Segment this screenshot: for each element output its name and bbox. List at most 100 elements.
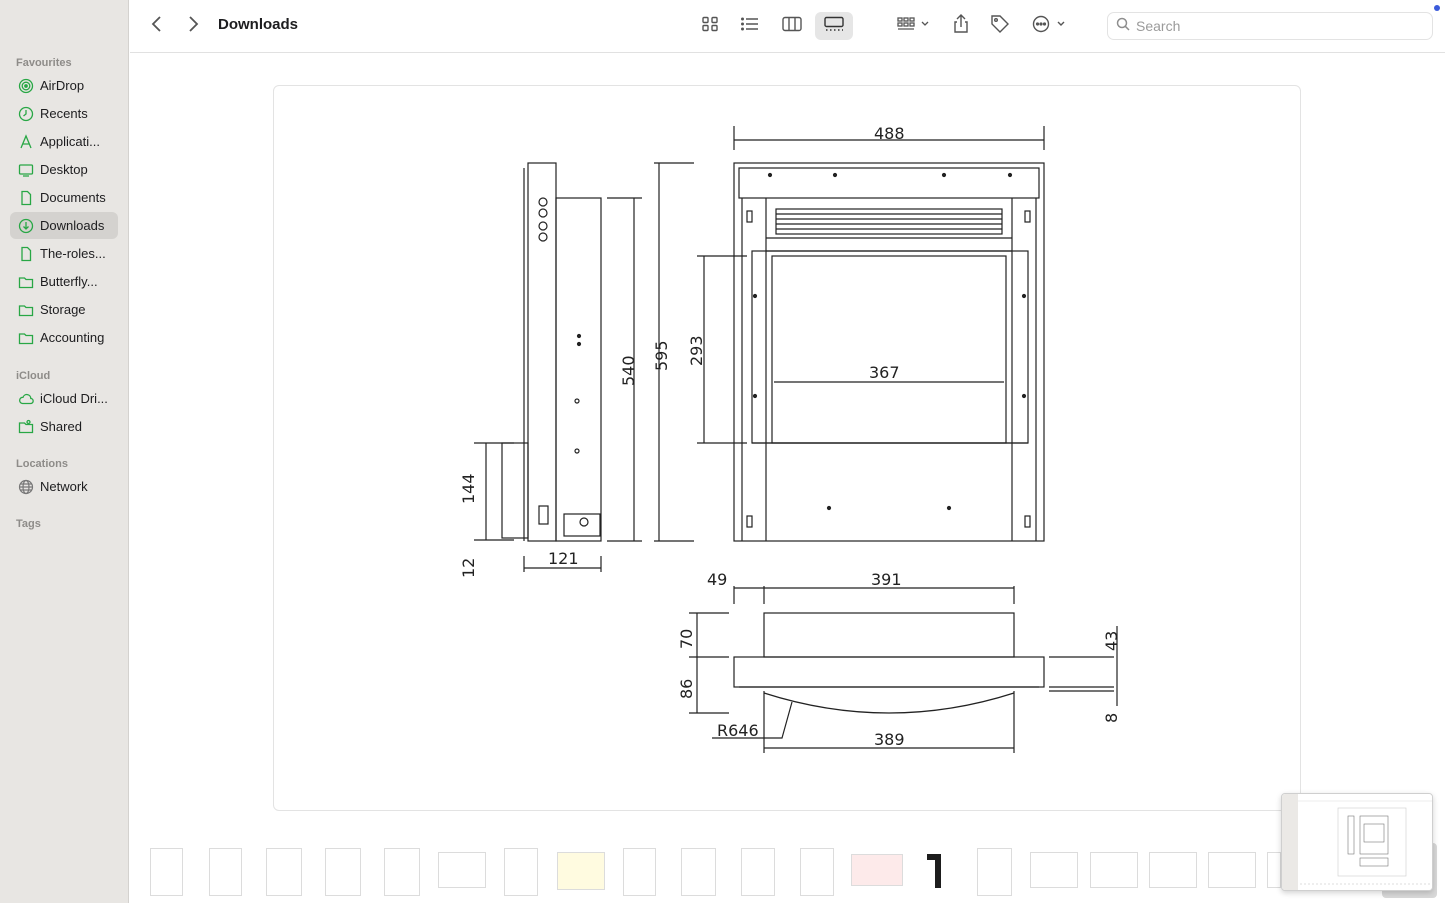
sidebar-item-storage[interactable]: Storage (10, 296, 118, 323)
group-by-button[interactable] (892, 12, 934, 40)
download-icon (18, 218, 34, 234)
sidebar-item-recents[interactable]: Recents (10, 100, 118, 127)
sidebar-item-applications[interactable]: Applicati... (10, 128, 118, 155)
sidebar-item-label: Desktop (40, 162, 88, 177)
icon-view-button[interactable] (696, 12, 724, 40)
file-thumbnail[interactable] (1267, 852, 1281, 888)
search-icon (1116, 17, 1130, 36)
file-thumbnail[interactable] (851, 854, 903, 886)
sidebar-item-airdrop[interactable]: AirDrop (10, 72, 118, 99)
sidebar-item-documents[interactable]: Documents (10, 184, 118, 211)
share-icon (952, 13, 970, 39)
sidebar-item-accounting[interactable]: Accounting (10, 324, 118, 351)
sidebar-item-icloud-drive[interactable]: iCloud Dri... (10, 385, 118, 412)
technical-drawing: 488 540 595 293 367 144 12 121 49 391 70… (459, 124, 1121, 753)
dim-side-height: 540 (619, 355, 638, 386)
file-thumbnail[interactable] (150, 848, 183, 896)
file-thumbnail[interactable] (681, 848, 716, 896)
clock-icon (18, 106, 34, 122)
back-button[interactable] (144, 12, 170, 40)
sidebar-item-label: The-roles... (40, 246, 106, 261)
selected-file-preview-thumbnail[interactable] (1281, 793, 1433, 891)
list-view-button[interactable] (736, 12, 764, 40)
search-input[interactable] (1136, 18, 1416, 34)
airdrop-icon (18, 78, 34, 94)
file-thumbnail[interactable] (1208, 852, 1256, 888)
gallery-icon (823, 16, 845, 37)
file-thumbnail[interactable] (1030, 852, 1078, 888)
sidebar-item-the-roles[interactable]: The-roles... (10, 240, 118, 267)
file-thumbnail[interactable] (325, 848, 361, 896)
sidebar-item-label: Recents (40, 106, 88, 121)
file-thumbnail[interactable] (266, 848, 302, 896)
document-icon (18, 246, 34, 262)
ellipsis-circle-icon (1032, 15, 1068, 38)
sidebar-item-label: Shared (40, 419, 82, 434)
gallery-view-button[interactable] (815, 12, 853, 40)
column-view-button[interactable] (778, 12, 806, 40)
document-icon (18, 190, 34, 206)
dim-top-width: 488 (874, 124, 905, 143)
grid-icon (701, 16, 719, 37)
dim-plan-width: 391 (871, 570, 902, 589)
file-thumbnail[interactable] (977, 848, 1012, 896)
sidebar-item-network[interactable]: Network (10, 473, 118, 500)
finder-window: Favourites AirDrop Recents Applicati... … (0, 0, 1445, 903)
sidebar-item-label: Downloads (40, 218, 105, 233)
folder-icon (18, 302, 34, 318)
forward-button[interactable] (180, 12, 206, 40)
sidebar-item-shared[interactable]: Shared (10, 413, 118, 440)
sidebar-section-favourites: Favourites (16, 57, 72, 69)
toolbar: Downloads (130, 0, 1445, 53)
shared-folder-icon (18, 419, 34, 435)
columns-icon (782, 16, 802, 37)
share-button[interactable] (948, 12, 974, 40)
more-actions-button[interactable] (1030, 12, 1070, 40)
tag-button[interactable] (987, 12, 1013, 40)
sidebar-item-label: Network (40, 479, 88, 494)
dim-plan-frame: 86 (677, 679, 696, 699)
file-thumbnail[interactable] (1090, 852, 1138, 888)
dim-side-bottom: 144 (459, 473, 478, 504)
sidebar: Favourites AirDrop Recents Applicati... … (0, 0, 129, 903)
dim-plan-left: 49 (707, 570, 727, 589)
file-thumbnail[interactable] (623, 848, 656, 896)
file-thumbnail[interactable] (438, 852, 486, 888)
folder-icon (18, 330, 34, 346)
group-icon (896, 16, 930, 37)
window-title: Downloads (218, 16, 299, 33)
file-thumbnail[interactable] (1149, 852, 1197, 888)
list-icon (740, 16, 760, 37)
sidebar-item-label: AirDrop (40, 78, 85, 93)
sidebar-section-locations: Locations (16, 458, 68, 470)
file-thumbnail[interactable] (384, 848, 420, 896)
gallery-preview: 488 540 595 293 367 144 12 121 49 391 70… (273, 85, 1301, 811)
dim-plan-bottom: 389 (874, 730, 905, 749)
file-thumbnail[interactable] (741, 848, 775, 896)
sidebar-item-downloads[interactable]: Downloads (10, 212, 118, 239)
sidebar-item-desktop[interactable]: Desktop (10, 156, 118, 183)
search-field[interactable] (1107, 12, 1433, 40)
notification-dot (1434, 5, 1440, 11)
sidebar-item-label: Applicati... (40, 134, 100, 149)
side-view (474, 162, 642, 572)
file-thumbnail[interactable] (800, 848, 834, 896)
file-thumbnail[interactable] (925, 850, 947, 890)
file-thumbnail[interactable] (209, 848, 242, 896)
file-thumbnail[interactable] (504, 848, 538, 896)
tag-icon (990, 14, 1010, 39)
sidebar-item-butterfly[interactable]: Butterfly... (10, 268, 118, 295)
dim-front-height: 595 (652, 340, 671, 371)
sidebar-item-label: Storage (40, 302, 86, 317)
file-thumbnail[interactable] (557, 852, 605, 890)
sidebar-section-tags: Tags (16, 518, 41, 530)
sidebar-item-label: iCloud Dri... (40, 391, 108, 406)
globe-icon (18, 479, 34, 495)
sidebar-item-label: Accounting (40, 330, 105, 345)
dim-side-depth: 121 (548, 549, 579, 568)
chevron-right-icon (187, 15, 199, 38)
desktop-icon (18, 162, 34, 178)
applications-icon (18, 133, 34, 150)
folder-icon (18, 274, 34, 290)
chevron-left-icon (151, 15, 163, 38)
